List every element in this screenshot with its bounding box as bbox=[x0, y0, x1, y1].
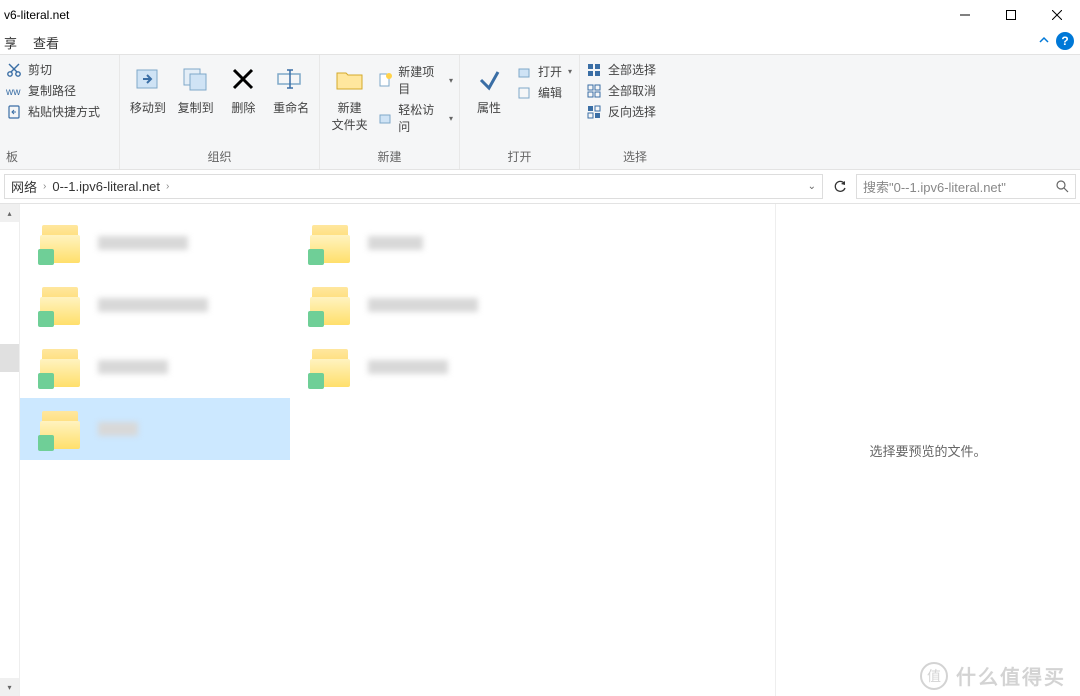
select-none-button[interactable]: 全部取消 bbox=[586, 82, 656, 99]
folder-label bbox=[98, 360, 168, 374]
select-all-button[interactable]: 全部选择 bbox=[586, 61, 656, 78]
collapse-ribbon-icon[interactable] bbox=[1038, 34, 1050, 46]
breadcrumb-root[interactable]: 网络 bbox=[11, 177, 37, 196]
folder-icon bbox=[310, 285, 354, 325]
chevron-right-icon: › bbox=[43, 181, 46, 192]
titlebar: v6-literal.net bbox=[0, 0, 1080, 30]
dropdown-icon: ▾ bbox=[449, 114, 453, 123]
search-icon bbox=[1056, 180, 1069, 193]
svg-text:ww: ww bbox=[6, 87, 21, 98]
scroll-down-icon[interactable]: ▾ bbox=[0, 678, 19, 696]
open-button[interactable]: 打开 ▾ bbox=[516, 63, 572, 80]
dropdown-icon: ▾ bbox=[568, 67, 572, 76]
folder-item-selected[interactable] bbox=[20, 398, 290, 460]
close-button[interactable] bbox=[1034, 0, 1080, 30]
help-icon[interactable]: ? bbox=[1056, 32, 1074, 50]
rename-button[interactable]: 重命名 bbox=[269, 59, 313, 148]
window-title: v6-literal.net bbox=[4, 8, 69, 22]
refresh-button[interactable] bbox=[827, 174, 852, 199]
folder-icon bbox=[40, 285, 84, 325]
select-all-icon bbox=[586, 62, 602, 78]
folder-icon bbox=[40, 347, 84, 387]
folder-icon bbox=[40, 223, 84, 263]
folder-item[interactable] bbox=[20, 212, 290, 274]
new-item-button[interactable]: 新建项目 ▾ bbox=[377, 63, 453, 97]
dropdown-icon: ▾ bbox=[449, 76, 453, 85]
minimize-button[interactable] bbox=[942, 0, 988, 30]
breadcrumb-path[interactable]: 0--1.ipv6-literal.net bbox=[52, 179, 160, 194]
search-placeholder: 搜索"0--1.ipv6-literal.net" bbox=[863, 177, 1006, 196]
watermark: 值 什么值得买 bbox=[920, 661, 1066, 690]
ribbon-group-new: 新建 文件夹 新建项目 ▾ 轻松访问 ▾ 新建 bbox=[320, 55, 460, 169]
folder-label bbox=[368, 298, 478, 312]
delete-icon bbox=[227, 63, 259, 95]
group-label-open: 打开 bbox=[466, 148, 573, 167]
watermark-text: 什么值得买 bbox=[956, 661, 1066, 690]
watermark-badge: 值 bbox=[920, 662, 948, 690]
chevron-right-icon: › bbox=[166, 181, 169, 192]
open-icon bbox=[516, 64, 532, 80]
ribbon-group-select: 全部选择 全部取消 反向选择 选择 bbox=[580, 55, 690, 169]
folder-item[interactable] bbox=[20, 274, 290, 336]
edit-button[interactable]: 编辑 bbox=[516, 84, 572, 101]
move-to-icon bbox=[132, 63, 164, 95]
invert-selection-button[interactable]: 反向选择 bbox=[586, 103, 656, 120]
delete-button[interactable]: 删除 bbox=[222, 59, 266, 148]
menu-bar: 享 查看 ? bbox=[0, 30, 1080, 55]
folder-item[interactable] bbox=[290, 336, 560, 398]
group-label-new: 新建 bbox=[326, 148, 453, 167]
folder-label bbox=[368, 360, 448, 374]
cut-button[interactable]: 剪切 bbox=[6, 61, 100, 78]
ribbon-group-clipboard: 剪切 ww 复制路径 粘贴快捷方式 板 bbox=[0, 55, 120, 169]
ribbon-group-organize: 移动到 复制到 删除 重命名 组织 bbox=[120, 55, 320, 169]
navigation-pane[interactable]: ▴ ▾ bbox=[0, 204, 20, 696]
search-input[interactable]: 搜索"0--1.ipv6-literal.net" bbox=[856, 174, 1076, 199]
menu-share[interactable]: 享 bbox=[4, 33, 17, 52]
copy-to-icon bbox=[180, 63, 212, 95]
menu-view[interactable]: 查看 bbox=[33, 33, 59, 52]
group-label-select: 选择 bbox=[586, 148, 684, 167]
move-to-button[interactable]: 移动到 bbox=[126, 59, 170, 148]
folder-item[interactable] bbox=[290, 212, 560, 274]
window-controls bbox=[942, 0, 1080, 30]
folder-label bbox=[98, 422, 138, 436]
preview-message: 选择要预览的文件。 bbox=[869, 441, 986, 460]
properties-button[interactable]: 属性 bbox=[466, 59, 512, 148]
folder-icon bbox=[40, 409, 84, 449]
address-bar-row: 网络 › 0--1.ipv6-literal.net › ⌄ 搜索"0--1.i… bbox=[0, 170, 1080, 204]
nav-selected-item bbox=[0, 344, 19, 372]
folder-icon bbox=[310, 223, 354, 263]
invert-selection-icon bbox=[586, 104, 602, 120]
new-folder-button[interactable]: 新建 文件夹 bbox=[326, 59, 373, 148]
easy-access-icon bbox=[377, 110, 392, 126]
copy-path-button[interactable]: ww 复制路径 bbox=[6, 82, 100, 99]
ribbon-group-open: 属性 打开 ▾ 编辑 打开 bbox=[460, 55, 580, 169]
breadcrumb[interactable]: 网络 › 0--1.ipv6-literal.net › ⌄ bbox=[4, 174, 823, 199]
copy-to-button[interactable]: 复制到 bbox=[174, 59, 218, 148]
scroll-up-icon[interactable]: ▴ bbox=[0, 204, 19, 222]
files-area[interactable] bbox=[20, 204, 775, 696]
new-item-icon bbox=[377, 72, 392, 88]
breadcrumb-dropdown-icon[interactable]: ⌄ bbox=[808, 181, 816, 192]
group-label-organize: 组织 bbox=[126, 148, 313, 167]
ribbon: 剪切 ww 复制路径 粘贴快捷方式 板 移动到 bbox=[0, 55, 1080, 170]
select-none-icon bbox=[586, 83, 602, 99]
folder-label bbox=[368, 236, 423, 250]
folder-icon bbox=[310, 347, 354, 387]
rename-icon bbox=[275, 63, 307, 95]
preview-pane: 选择要预览的文件。 bbox=[775, 204, 1080, 696]
content-area: ▴ ▾ bbox=[0, 204, 1080, 696]
folder-label bbox=[98, 236, 188, 250]
properties-icon bbox=[473, 63, 505, 95]
maximize-button[interactable] bbox=[988, 0, 1034, 30]
paste-shortcut-button[interactable]: 粘贴快捷方式 bbox=[6, 103, 100, 120]
edit-icon bbox=[516, 85, 532, 101]
new-folder-icon bbox=[334, 63, 366, 95]
folder-item[interactable] bbox=[20, 336, 290, 398]
folder-item[interactable] bbox=[290, 274, 560, 336]
group-label-clipboard: 板 bbox=[6, 148, 113, 167]
folder-label bbox=[98, 298, 208, 312]
easy-access-button[interactable]: 轻松访问 ▾ bbox=[377, 101, 453, 135]
